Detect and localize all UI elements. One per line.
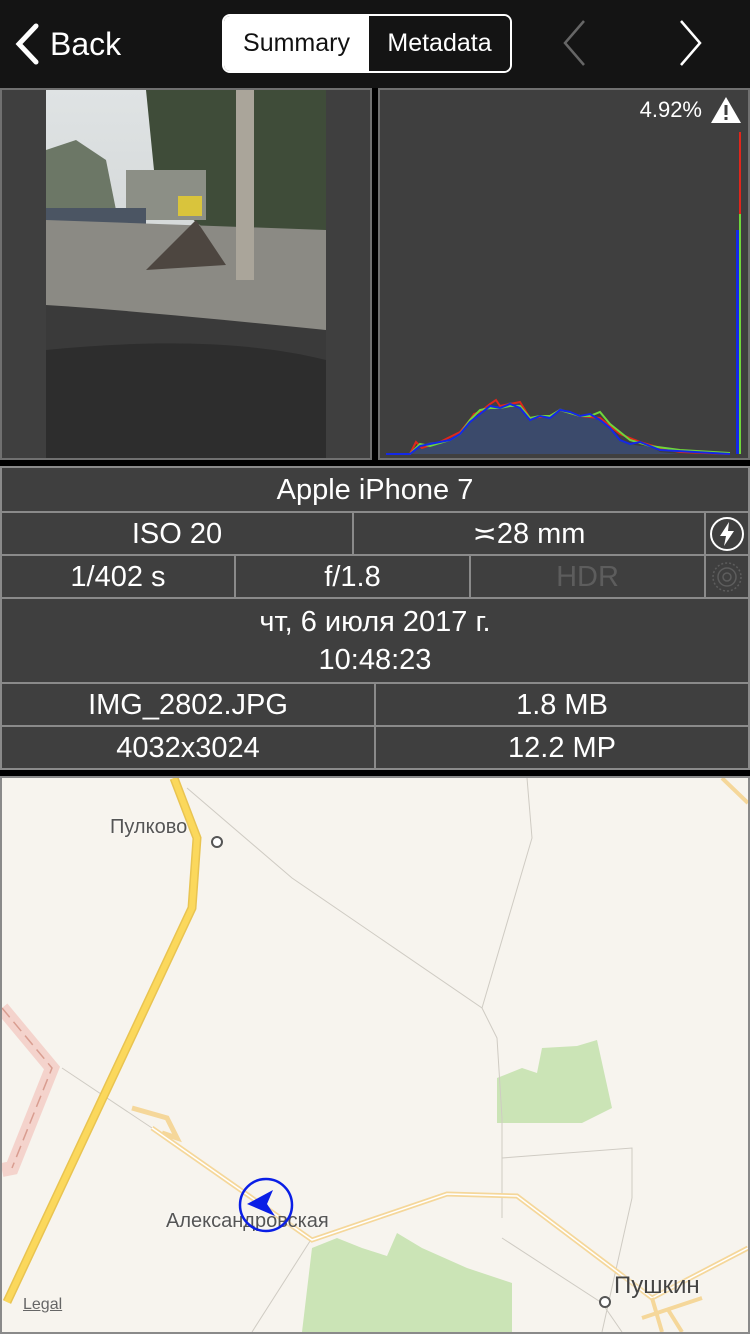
capture-time: 10:48:23 (318, 643, 432, 676)
pulkovo-marker (211, 836, 223, 848)
map-label-pushkin: Пушкин (614, 1272, 700, 1299)
flash-status (706, 513, 748, 554)
image-resolution: 4032x3024 (2, 727, 374, 768)
rgb-histogram (386, 132, 741, 455)
live-photo-icon (712, 561, 742, 592)
view-segmented-control: Summary Metadata (222, 14, 512, 73)
file-name: IMG_2802.JPG (2, 684, 374, 725)
previous-photo-button[interactable] (560, 18, 590, 68)
focal-length-value: ≍28 mm (354, 513, 704, 554)
top-navigation-bar: Back Summary Metadata (0, 0, 750, 88)
next-photo-button[interactable] (676, 18, 706, 68)
megapixels: 12.2 MP (376, 727, 748, 768)
photo-location-pin-icon[interactable] (237, 1176, 295, 1234)
aperture-value: f/1.8 (236, 556, 469, 597)
histogram-panel: 4.92% (378, 88, 750, 460)
live-photo-status (706, 556, 748, 597)
exif-summary-table: Apple iPhone 7 ISO 20 ≍28 mm 1/402 s f/1… (0, 466, 750, 770)
camera-model: Apple iPhone 7 (2, 468, 748, 511)
back-button[interactable]: Back (14, 22, 121, 66)
iso-value: ISO 20 (2, 513, 352, 554)
chevron-left-icon (15, 23, 39, 65)
location-map[interactable]: Пулково Александровская Пушкин Legal (0, 776, 750, 1334)
map-roads (2, 778, 748, 1332)
map-legal-link[interactable]: Legal (23, 1296, 62, 1314)
tab-summary[interactable]: Summary (224, 16, 369, 71)
shutter-speed-value: 1/402 s (2, 556, 234, 597)
tab-metadata[interactable]: Metadata (369, 16, 510, 71)
capture-date: чт, 6 июля 2017 г. (259, 605, 491, 638)
pushkin-marker (599, 1296, 611, 1308)
histogram-blue-clip-bar (736, 230, 739, 454)
photo-thumbnail (46, 90, 326, 458)
map-label-pulkovo: Пулково (110, 816, 188, 838)
capture-datetime: чт, 6 июля 2017 г. 10:48:23 (2, 599, 748, 682)
photo-thumbnail-panel[interactable] (0, 88, 372, 460)
flash-icon (710, 516, 744, 551)
file-size: 1.8 MB (376, 684, 748, 725)
hdr-indicator: HDR (471, 556, 704, 597)
histogram-green-clip-bar (739, 214, 741, 454)
back-label: Back (50, 25, 122, 62)
